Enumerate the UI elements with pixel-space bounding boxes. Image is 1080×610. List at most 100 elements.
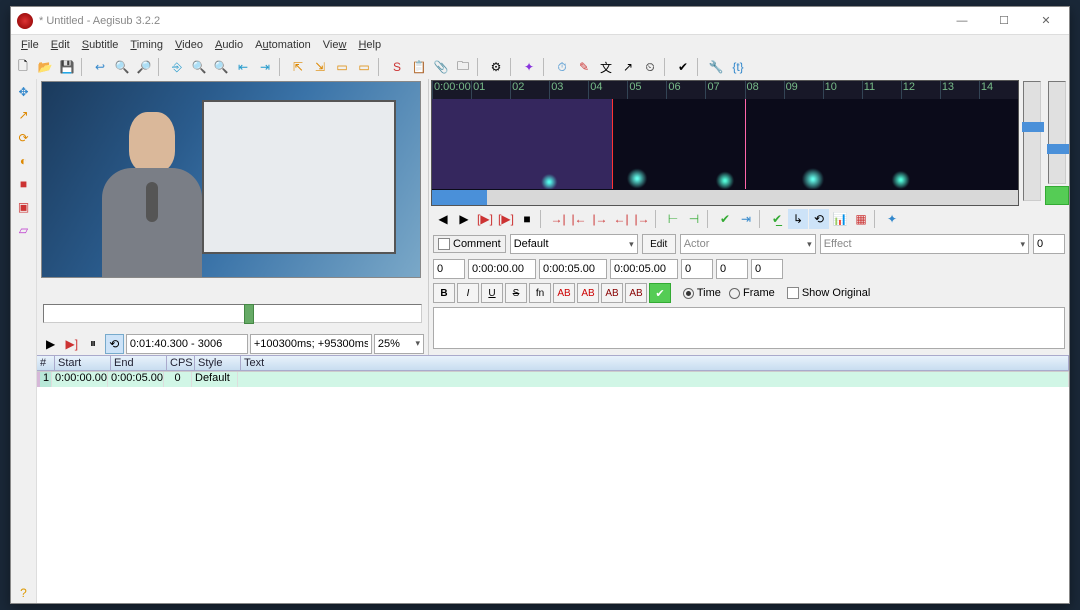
col-text[interactable]: Text xyxy=(241,356,1069,370)
styles-manager-icon[interactable]: S xyxy=(387,57,407,77)
video-position-field[interactable] xyxy=(126,334,248,354)
edit-style-button[interactable]: Edit xyxy=(642,234,676,254)
time-radio[interactable]: Time xyxy=(683,287,721,299)
lead-in-icon[interactable]: ⊢ xyxy=(663,209,683,229)
video-seek-slider[interactable] xyxy=(43,304,422,323)
show-original-checkbox[interactable]: Show Original xyxy=(787,287,871,299)
play-before-start-icon[interactable]: →| xyxy=(548,209,568,229)
layer-field[interactable] xyxy=(433,259,465,279)
audio-vzoom-slider[interactable] xyxy=(1048,81,1066,184)
spellcheck-icon[interactable]: ✔ xyxy=(673,57,693,77)
subtitle-grid[interactable]: 1 0:00:00.00 0:00:05.00 0 Default xyxy=(37,371,1069,603)
medusa-toggle-icon[interactable]: ▦ xyxy=(851,209,871,229)
karaoke-toggle-icon[interactable]: ✦ xyxy=(882,209,902,229)
col-number[interactable]: # xyxy=(37,356,55,370)
color2-button[interactable]: AB xyxy=(577,283,599,303)
play-before-end-icon[interactable]: |→ xyxy=(590,209,610,229)
crosshair-tool-icon[interactable]: ✥ xyxy=(14,82,34,102)
underline-button[interactable]: U xyxy=(481,283,503,303)
rotate-z-tool-icon[interactable]: ⟳ xyxy=(14,128,34,148)
close-button[interactable]: ✕ xyxy=(1025,8,1067,34)
video-display[interactable] xyxy=(41,81,421,278)
effect-combo[interactable]: Effect xyxy=(820,234,1029,254)
audio-stop-icon[interactable]: ■ xyxy=(517,209,537,229)
margin-v-field[interactable] xyxy=(751,259,783,279)
maximize-button[interactable]: ☐ xyxy=(983,8,1025,34)
col-style[interactable]: Style xyxy=(195,356,241,370)
audio-play-sel-icon[interactable]: [▶] xyxy=(475,209,495,229)
minimize-button[interactable]: — xyxy=(941,8,983,34)
goto-sel-icon[interactable]: ⇥ xyxy=(736,209,756,229)
video-jump-icon[interactable]: ⎆ xyxy=(167,57,187,77)
clip-tool-icon[interactable]: ▣ xyxy=(14,197,34,217)
menu-help[interactable]: Help xyxy=(352,38,387,52)
fonts-collector-icon[interactable]: 🗀 xyxy=(453,57,473,77)
strike-button[interactable]: S xyxy=(505,283,527,303)
replace-icon[interactable]: 🔎 xyxy=(134,57,154,77)
subs-delay-field[interactable] xyxy=(250,334,372,354)
color3-button[interactable]: AB xyxy=(601,283,623,303)
find-icon[interactable]: 🔍 xyxy=(112,57,132,77)
menu-automation[interactable]: Automation xyxy=(249,38,317,52)
attachments-icon[interactable]: 📎 xyxy=(431,57,451,77)
autoscroll-toggle-icon[interactable]: ⟲ xyxy=(105,334,124,354)
video-zoomin-icon[interactable]: 🔍 xyxy=(189,57,209,77)
lead-out-icon[interactable]: ⊣ xyxy=(684,209,704,229)
play-end-icon[interactable]: |→ xyxy=(632,209,652,229)
menu-audio[interactable]: Audio xyxy=(209,38,249,52)
margin-l-field[interactable] xyxy=(681,259,713,279)
snap-end-icon[interactable]: ⇲ xyxy=(310,57,330,77)
menu-timing[interactable]: Timing xyxy=(124,38,169,52)
shift-times-icon[interactable]: ⏱ xyxy=(552,57,572,77)
bold-button[interactable]: B xyxy=(433,283,455,303)
end-time-field[interactable] xyxy=(539,259,607,279)
menu-subtitle[interactable]: Subtitle xyxy=(76,38,125,52)
video-zoomout-icon[interactable]: 🔍 xyxy=(211,57,231,77)
menu-file[interactable]: File xyxy=(15,38,45,52)
vector-clip-tool-icon[interactable]: ▱ xyxy=(14,220,34,240)
save-file-icon[interactable]: 💾 xyxy=(57,57,77,77)
color4-button[interactable]: AB xyxy=(625,283,647,303)
audio-hzoom-slider[interactable] xyxy=(1023,81,1041,201)
col-start[interactable]: Start xyxy=(55,356,111,370)
col-end[interactable]: End xyxy=(111,356,167,370)
menu-view[interactable]: View xyxy=(317,38,353,52)
help-tool-icon[interactable]: ? xyxy=(14,583,34,603)
resample-icon[interactable]: ↗ xyxy=(618,57,638,77)
audio-prev-line-icon[interactable]: ◀ xyxy=(433,209,453,229)
color1-button[interactable]: AB xyxy=(553,283,575,303)
shift-scene-icon[interactable]: ▭ xyxy=(354,57,374,77)
new-file-icon[interactable]: 🗋 xyxy=(13,57,33,77)
style-assist-icon[interactable]: ✎ xyxy=(574,57,594,77)
margin-extra-field[interactable] xyxy=(1033,234,1065,254)
open-file-icon[interactable]: 📂 xyxy=(35,57,55,77)
seek-handle-icon[interactable] xyxy=(244,304,254,324)
audio-play-line-icon[interactable]: [▶] xyxy=(496,209,516,229)
snap-start-icon[interactable]: ⇱ xyxy=(288,57,308,77)
timing-post-icon[interactable]: ⏲ xyxy=(640,57,660,77)
commit-text-button[interactable]: ✔ xyxy=(649,283,671,303)
play-video-icon[interactable]: ▶ xyxy=(41,334,60,354)
menu-edit[interactable]: Edit xyxy=(45,38,76,52)
font-button[interactable]: fn xyxy=(529,283,551,303)
frame-radio[interactable]: Frame xyxy=(729,287,775,299)
col-cps[interactable]: CPS xyxy=(167,356,195,370)
audio-next-line-icon[interactable]: ▶ xyxy=(454,209,474,229)
commit-tick-icon[interactable]: ✔ xyxy=(715,209,735,229)
scrollbar-thumb[interactable] xyxy=(432,190,487,205)
style-combo[interactable]: Default xyxy=(510,234,638,254)
rotate-xy-tool-icon[interactable]: ◐ xyxy=(14,151,34,171)
margin-r-field[interactable] xyxy=(716,259,748,279)
duration-field[interactable] xyxy=(610,259,678,279)
scale-tool-icon[interactable]: ■ xyxy=(14,174,34,194)
auto-next-toggle-icon[interactable]: ↳ xyxy=(788,209,808,229)
automation-icon[interactable]: ⚙ xyxy=(486,57,506,77)
drag-tool-icon[interactable]: ↗ xyxy=(14,105,34,125)
italic-button[interactable]: I xyxy=(457,283,479,303)
pause-icon[interactable]: ⏸ xyxy=(83,334,102,354)
audio-spectrogram[interactable]: 0:00:000102030405060708091011121314 xyxy=(431,80,1019,206)
auto-commit-toggle-icon[interactable]: ✔̲ xyxy=(767,209,787,229)
video-end-icon[interactable]: ⇥ xyxy=(255,57,275,77)
zoom-combo[interactable]: 25% xyxy=(374,334,424,354)
actor-combo[interactable]: Actor xyxy=(680,234,816,254)
